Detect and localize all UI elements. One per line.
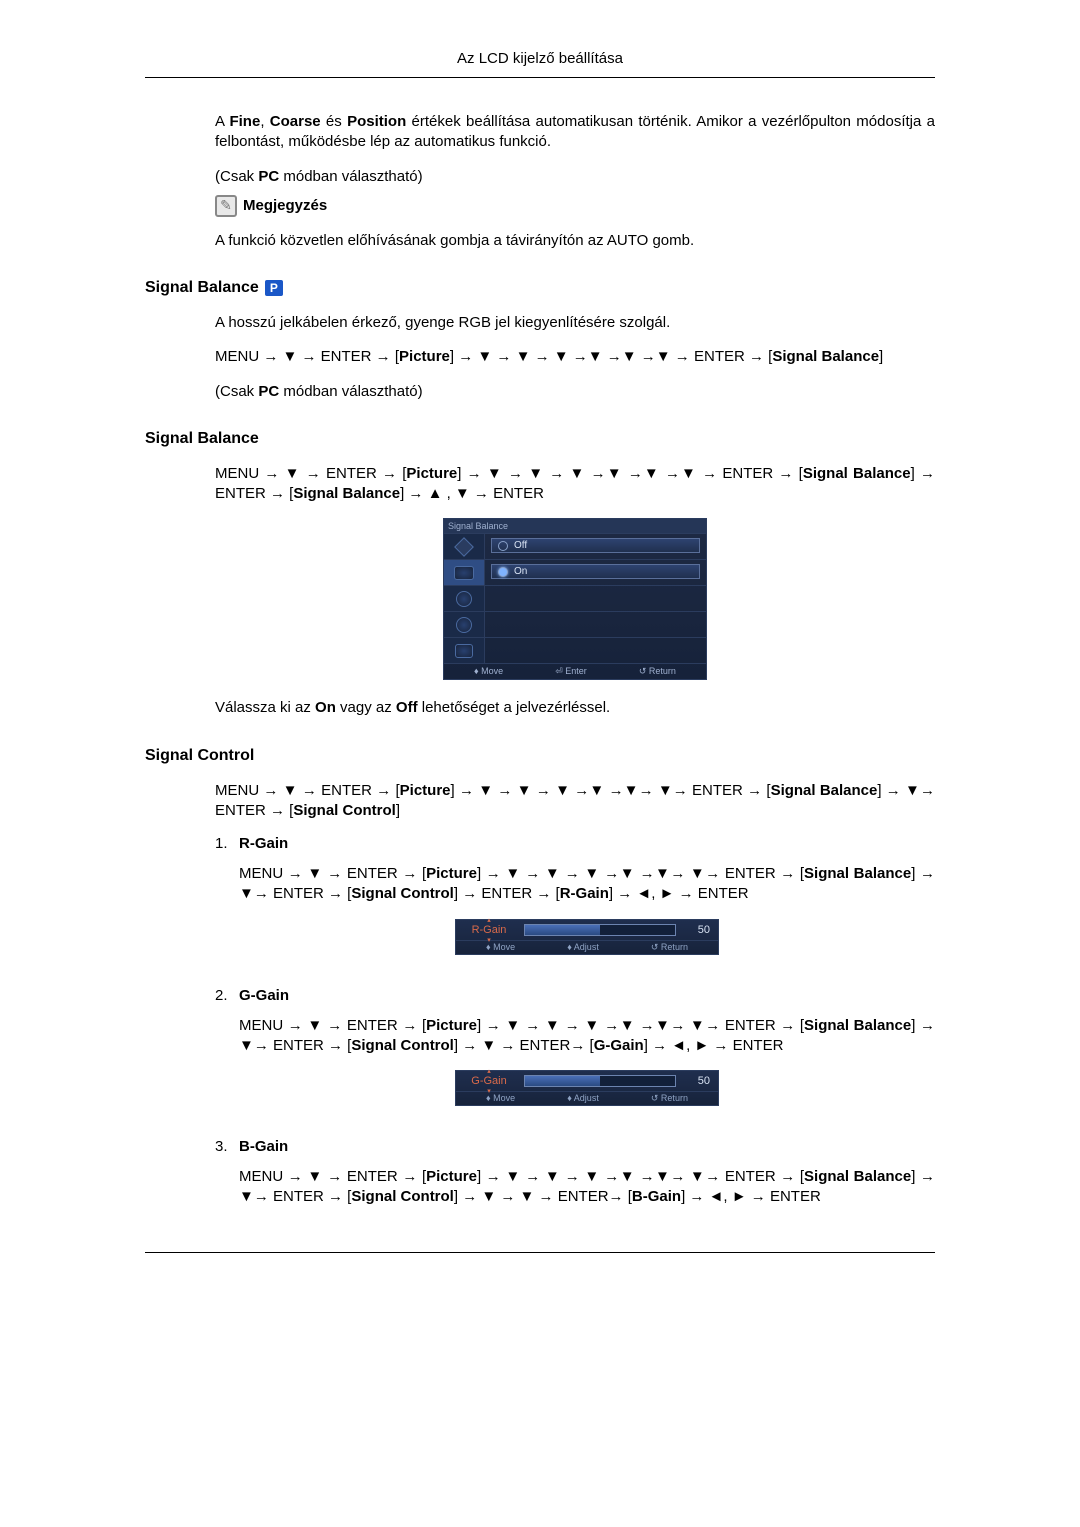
radio-off-icon	[498, 541, 508, 551]
osd-title: Signal Balance	[444, 519, 706, 533]
page-header: Az LCD kijelző beállítása	[145, 50, 935, 73]
intro-pc-only: (Csak PC módban választható)	[215, 167, 935, 187]
radio-on-icon	[498, 567, 508, 577]
list-item-rgain: 1. R-Gain MENU → ▼ → ENTER → [Picture] →…	[215, 835, 935, 977]
rgain-label: R-Gain	[239, 835, 935, 852]
section-title-signal-balance: Signal Balance	[145, 430, 935, 448]
osd-ggain-slider: G-Gain 50 ♦ Move ♦ Adjust ↺ Return	[455, 1070, 719, 1106]
osd-signal-balance: Signal Balance Off On	[443, 518, 707, 680]
note-label: Megjegyzés	[243, 197, 327, 214]
ggain-menu-path: MENU → ▼ → ENTER → [Picture] → ▼ → ▼ → ▼…	[239, 1016, 935, 1057]
osd-icon-5	[455, 644, 473, 658]
osd-icon-2	[454, 566, 474, 580]
note-row: ✎ Megjegyzés	[215, 195, 935, 217]
osd-footer-return: ↺ Return	[639, 666, 676, 677]
osd-icon-1	[454, 537, 474, 557]
sec1-menu-path: MENU → ▼ → ENTER → [Picture] → ▼ → ▼ → ▼…	[215, 347, 935, 367]
pc-badge-icon: P	[265, 280, 283, 296]
rgain-menu-path: MENU → ▼ → ENTER → [Picture] → ▼ → ▼ → ▼…	[239, 864, 935, 905]
ggain-label: G-Gain	[239, 987, 935, 1004]
slider-footer-return: ↺ Return	[651, 1093, 688, 1104]
intro-paragraph-1: A Fine, Coarse és Position értékek beáll…	[215, 112, 935, 153]
osd-icon-3	[456, 591, 472, 607]
slider-label-rgain: R-Gain	[464, 924, 514, 936]
section-title-signal-control: Signal Control	[145, 747, 935, 765]
osd-option-off[interactable]: Off	[491, 538, 700, 553]
note-icon: ✎	[215, 195, 237, 217]
bgain-label: B-Gain	[239, 1138, 935, 1155]
sec2-choice-text: Válassza ki az On vagy az Off lehetősége…	[215, 698, 935, 718]
sec3-menu-path: MENU → ▼ → ENTER → [Picture] → ▼ → ▼ → ▼…	[215, 781, 935, 822]
list-item-bgain: 3. B-Gain MENU → ▼ → ENTER → [Picture] →…	[215, 1138, 935, 1222]
slider-footer-return: ↺ Return	[651, 942, 688, 953]
osd-icon-4	[456, 617, 472, 633]
slider-track[interactable]	[524, 1075, 676, 1087]
slider-footer-adjust: ♦ Adjust	[567, 1093, 599, 1104]
slider-value-rgain: 50	[686, 924, 710, 936]
sec2-menu-path: MENU → ▼ → ENTER → [Picture] → ▼ → ▼ → ▼…	[215, 464, 935, 505]
intro-paragraph-3: A funkció közvetlen előhívásának gombja …	[215, 231, 935, 251]
slider-track[interactable]	[524, 924, 676, 936]
sec1-pc-only: (Csak PC módban választható)	[215, 382, 935, 402]
osd-rgain-slider: R-Gain 50 ♦ Move ♦ Adjust ↺ Return	[455, 919, 719, 955]
slider-label-ggain: G-Gain	[464, 1075, 514, 1087]
section-title-signal-balance-p: Signal Balance P	[145, 279, 935, 297]
osd-option-on[interactable]: On	[491, 564, 700, 579]
sec1-desc: A hosszú jelkábelen érkező, gyenge RGB j…	[215, 313, 935, 333]
bgain-menu-path: MENU → ▼ → ENTER → [Picture] → ▼ → ▼ → ▼…	[239, 1167, 935, 1208]
osd-footer-enter: ⏎ Enter	[555, 666, 587, 677]
slider-value-ggain: 50	[686, 1075, 710, 1087]
osd-footer-move: ♦ Move	[474, 666, 503, 677]
list-item-ggain: 2. G-Gain MENU → ▼ → ENTER → [Picture] →…	[215, 987, 935, 1129]
slider-footer-adjust: ♦ Adjust	[567, 942, 599, 953]
